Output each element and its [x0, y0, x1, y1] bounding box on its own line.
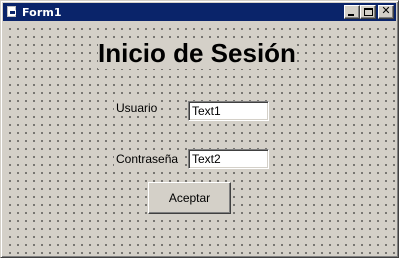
accept-button[interactable]: Aceptar: [148, 182, 231, 214]
form-window: Form1 ✕ Inicio de Sesión Usuario Text1 C…: [0, 0, 399, 258]
maximize-icon: [364, 8, 373, 16]
minimize-button[interactable]: [344, 5, 360, 19]
minimize-icon: [348, 14, 354, 16]
close-icon: ✕: [381, 4, 391, 17]
form-client-area: Inicio de Sesión Usuario Text1 Contraseñ…: [3, 22, 396, 255]
password-label: Contraseña: [114, 151, 181, 167]
password-field[interactable]: Text2: [188, 149, 269, 169]
window-controls: ✕: [344, 5, 394, 19]
username-label: Usuario: [114, 100, 160, 116]
page-title: Inicio de Sesión: [98, 38, 296, 69]
title-bar[interactable]: Form1 ✕: [3, 3, 396, 21]
form-icon[interactable]: [5, 5, 19, 19]
maximize-button[interactable]: [360, 5, 376, 19]
close-button[interactable]: ✕: [378, 5, 394, 19]
username-field[interactable]: Text1: [188, 101, 269, 121]
window-title: Form1: [22, 5, 62, 19]
